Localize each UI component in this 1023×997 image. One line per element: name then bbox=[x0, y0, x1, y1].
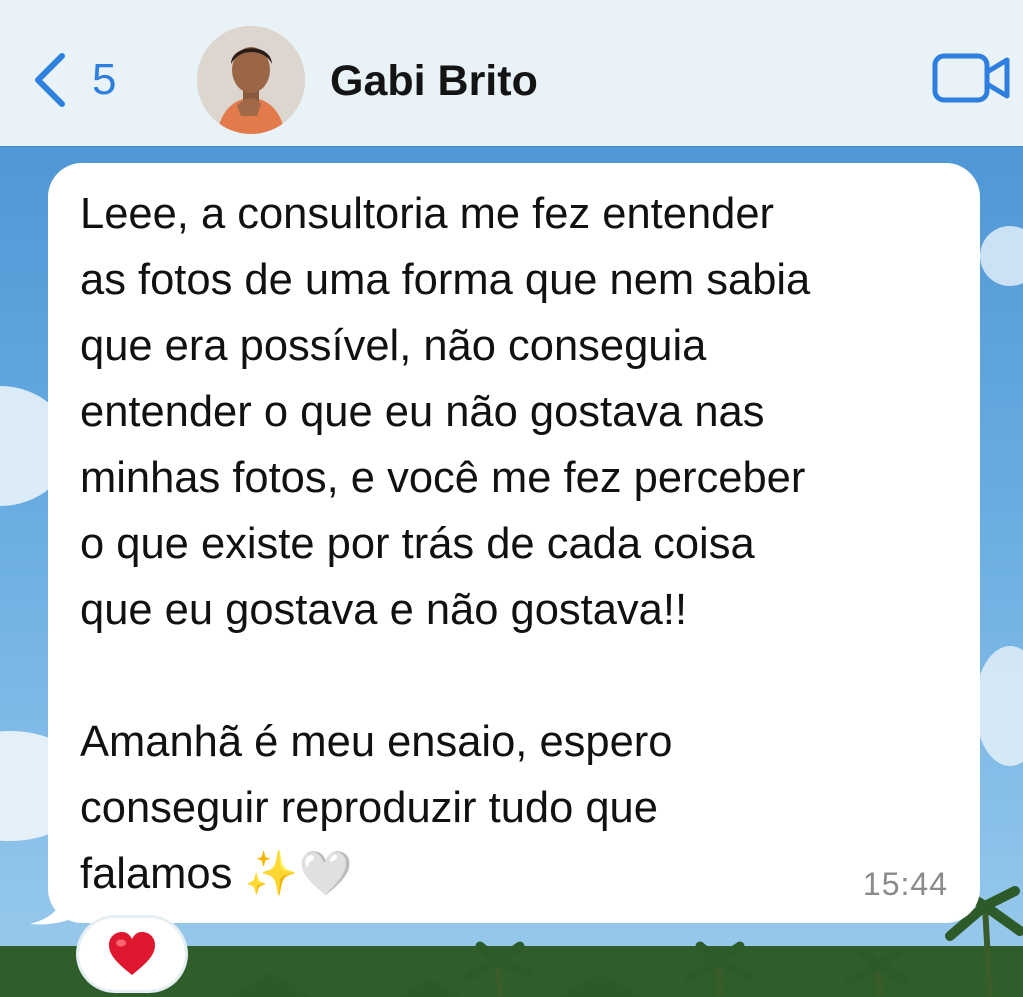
message-reaction[interactable] bbox=[79, 918, 185, 990]
chat-header: 5 Gabi Brito bbox=[0, 0, 1023, 146]
chevron-left-icon bbox=[35, 53, 65, 107]
avatar-image bbox=[197, 26, 305, 134]
avatar[interactable] bbox=[197, 26, 305, 134]
message-text: Leee, a consultoria me fez entender as f… bbox=[80, 190, 811, 898]
back-button[interactable]: 5 bbox=[30, 48, 116, 112]
video-camera-icon bbox=[932, 53, 1010, 103]
unread-count: 5 bbox=[92, 55, 117, 104]
message-timestamp: 15:44 bbox=[862, 866, 948, 902]
video-call-button[interactable] bbox=[932, 52, 1012, 104]
contact-name[interactable]: Gabi Brito bbox=[330, 55, 538, 107]
heart-icon bbox=[109, 932, 155, 975]
